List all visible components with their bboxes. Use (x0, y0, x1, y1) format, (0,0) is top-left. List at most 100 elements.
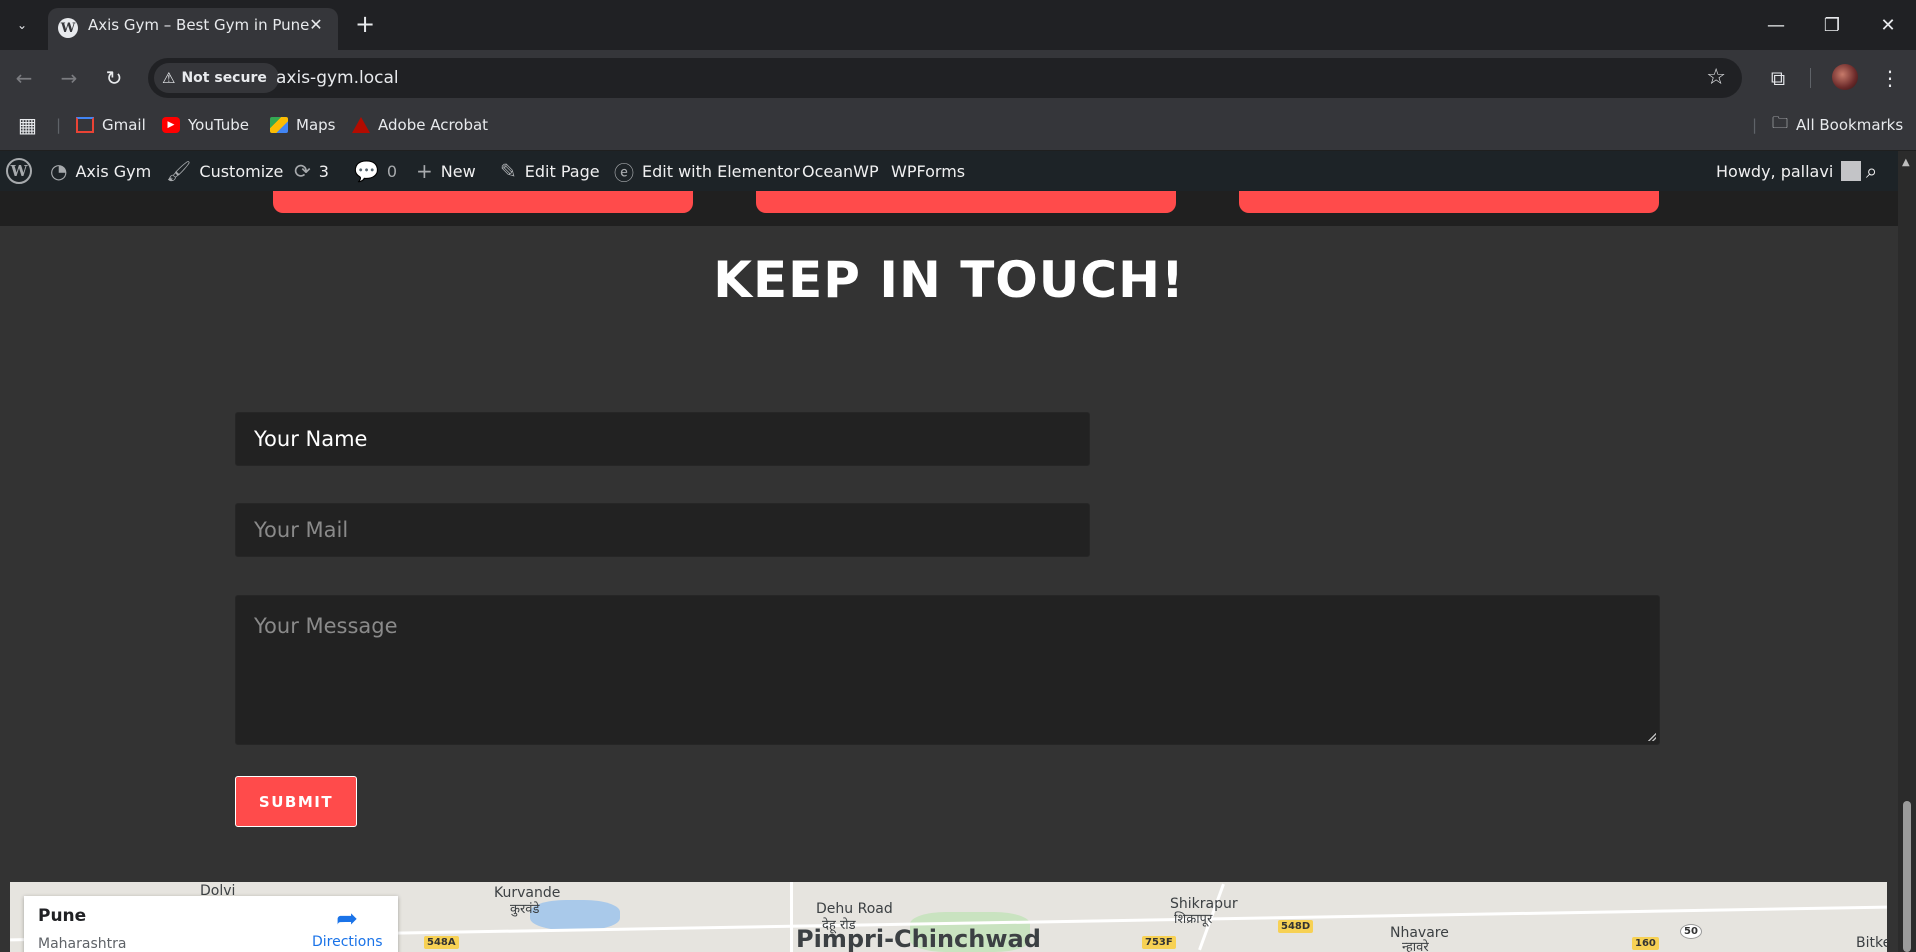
dashboard-gauge-icon: ◔ (50, 159, 68, 183)
directions-arrow-icon: ➦ (336, 904, 358, 934)
map-shield: 753F (1142, 936, 1176, 949)
new-label: New (440, 161, 476, 181)
browser-menu-icon[interactable]: ⋮ (1874, 62, 1906, 94)
extensions-puzzle-icon[interactable]: ⧉ (1762, 62, 1794, 94)
back-arrow-icon[interactable]: ← (10, 64, 38, 92)
map-shield: 548D (1278, 920, 1314, 933)
youtube-icon: ▶ (162, 117, 180, 133)
plan-button-2[interactable] (756, 191, 1176, 213)
comment-bubble-icon: 💬 (354, 159, 379, 183)
wp-logo-menu[interactable]: W (6, 151, 32, 191)
wordpress-favicon-icon: W (58, 18, 78, 38)
brush-icon: 🖌 (166, 159, 192, 183)
customize-label: Customize (199, 161, 284, 181)
apps-grid-icon[interactable]: ▦ (18, 106, 37, 144)
all-bookmarks-label: All Bookmarks (1796, 116, 1904, 134)
tab-search-icon[interactable]: ⌄ (8, 12, 36, 38)
url-text[interactable]: axis-gym.local (276, 58, 399, 98)
map-label-kurvande-mr: कुरवंडे (510, 902, 540, 917)
admin-comments[interactable]: 💬 0 (354, 151, 397, 191)
directions-label: Directions (312, 934, 383, 950)
map-place-card: Pune Maharashtra ➦ Directions (24, 896, 398, 952)
forward-arrow-icon[interactable]: → (55, 64, 83, 92)
bookmark-adobe-acrobat[interactable]: Adobe Acrobat (352, 106, 488, 144)
plan-button-3[interactable] (1239, 191, 1659, 213)
bookmark-label: Maps (296, 116, 336, 134)
browser-tab[interactable]: W Axis Gym – Best Gym in Pune ✕ (48, 8, 338, 50)
email-field[interactable]: Your Mail (235, 503, 1090, 557)
admin-search-icon[interactable]: ⌕ (1866, 151, 1877, 191)
admin-customize[interactable]: 🖌 Customize (166, 151, 283, 191)
search-icon: ⌕ (1866, 159, 1878, 183)
all-bookmarks[interactable]: 🗀 All Bookmarks (1772, 106, 1903, 144)
gmail-icon (76, 117, 94, 133)
scroll-up-arrow-icon[interactable]: ▲ (1902, 157, 1910, 168)
new-tab-button[interactable]: + (352, 12, 378, 38)
map-label-nhavare-mr: न्हावरे (1402, 940, 1429, 952)
place-region: Maharashtra (38, 936, 127, 952)
submit-button[interactable]: SUBMIT (235, 776, 357, 827)
bookmarks-divider: | (56, 116, 62, 134)
bookmark-label: Adobe Acrobat (378, 116, 489, 134)
security-chip[interactable]: ⚠ Not secure (154, 63, 279, 93)
map-shield: 160 (1632, 937, 1659, 950)
security-label: Not secure (181, 70, 267, 86)
close-window-button[interactable]: ✕ (1868, 8, 1908, 42)
bookmarks-bar: ▦ | Gmail ▶ YouTube Maps Adobe Acrobat |… (0, 106, 1916, 151)
admin-edit-elementor[interactable]: ⓔ Edit with Elementor (614, 151, 800, 191)
plus-icon: + (416, 159, 433, 183)
bookmark-gmail[interactable]: Gmail (76, 106, 146, 144)
tab-title: Axis Gym – Best Gym in Pune (88, 16, 310, 34)
howdy-label: Howdy, pallavi (1716, 161, 1834, 181)
map-water (530, 900, 620, 930)
plan-button-1[interactable] (273, 191, 693, 213)
admin-wpforms[interactable]: WPForms (891, 151, 965, 191)
elementor-icon: ⓔ (614, 160, 634, 185)
bookmark-maps[interactable]: Maps (270, 106, 335, 144)
page-scrollbar[interactable]: ▲ (1898, 151, 1916, 952)
bookmark-star-icon[interactable]: ☆ (1706, 66, 1726, 90)
admin-updates[interactable]: ⟳ 3 (294, 151, 329, 191)
restore-button[interactable]: ❐ (1812, 8, 1852, 42)
address-bar[interactable]: ⚠ Not secure axis-gym.local ☆ (148, 58, 1742, 98)
map-label-shikrapur: Shikrapur (1170, 896, 1238, 912)
reload-icon[interactable]: ↻ (100, 64, 128, 92)
edit-page-label: Edit Page (524, 161, 600, 181)
acrobat-icon (352, 117, 370, 133)
google-map[interactable]: Dolvi Kurvande कुरवंडे Dehu Road देहू रो… (10, 882, 1887, 952)
maps-icon (270, 117, 288, 133)
map-label-pimpri: Pimpri-Chinchwad (796, 925, 1041, 952)
comments-count: 0 (386, 161, 398, 181)
pencil-icon: ✎ (500, 159, 517, 183)
map-shield: 50 (1680, 924, 1702, 939)
minimize-button[interactable]: — (1756, 8, 1796, 42)
directions-button[interactable]: ➦ Directions (312, 904, 383, 950)
map-label-kurvande: Kurvande (494, 885, 561, 901)
admin-oceanwp[interactable]: OceanWP (802, 151, 879, 191)
message-field[interactable]: Your Message (235, 595, 1660, 745)
site-name-label: Axis Gym (75, 161, 152, 181)
admin-new[interactable]: + New (416, 151, 476, 191)
map-road (790, 882, 793, 952)
profile-avatar[interactable] (1832, 64, 1858, 90)
name-field[interactable]: Your Name (235, 412, 1090, 466)
place-name: Pune (38, 906, 87, 926)
tab-close-icon[interactable]: ✕ (306, 15, 326, 35)
admin-edit-page[interactable]: ✎ Edit Page (500, 151, 600, 191)
admin-account[interactable]: Howdy, pallavi (1716, 151, 1862, 191)
browser-tab-strip: ⌄ W Axis Gym – Best Gym in Pune ✕ + — ❐ … (0, 0, 1916, 50)
bookmark-label: Gmail (102, 116, 146, 134)
message-placeholder: Your Message (254, 614, 398, 638)
scroll-thumb[interactable] (1903, 801, 1911, 952)
resize-handle-icon[interactable] (1648, 733, 1656, 741)
bookmark-youtube[interactable]: ▶ YouTube (162, 106, 249, 144)
admin-site-name[interactable]: ◔ Axis Gym (50, 151, 151, 191)
browser-toolbar: ← → ↻ ⚠ Not secure axis-gym.local ☆ ⧉ ⋮ (0, 50, 1916, 106)
toolbar-divider (1810, 68, 1811, 88)
map-shield: 548A (424, 936, 459, 949)
wp-admin-bar: W ◔ Axis Gym 🖌 Customize ⟳ 3 💬 0 + New ✎… (0, 151, 1916, 191)
bookmarks-divider: | (1752, 116, 1758, 134)
contact-heading: KEEP IN TOUCH! (713, 251, 1185, 309)
folder-icon: 🗀 (1772, 112, 1789, 132)
wordpress-logo-icon: W (6, 158, 32, 184)
